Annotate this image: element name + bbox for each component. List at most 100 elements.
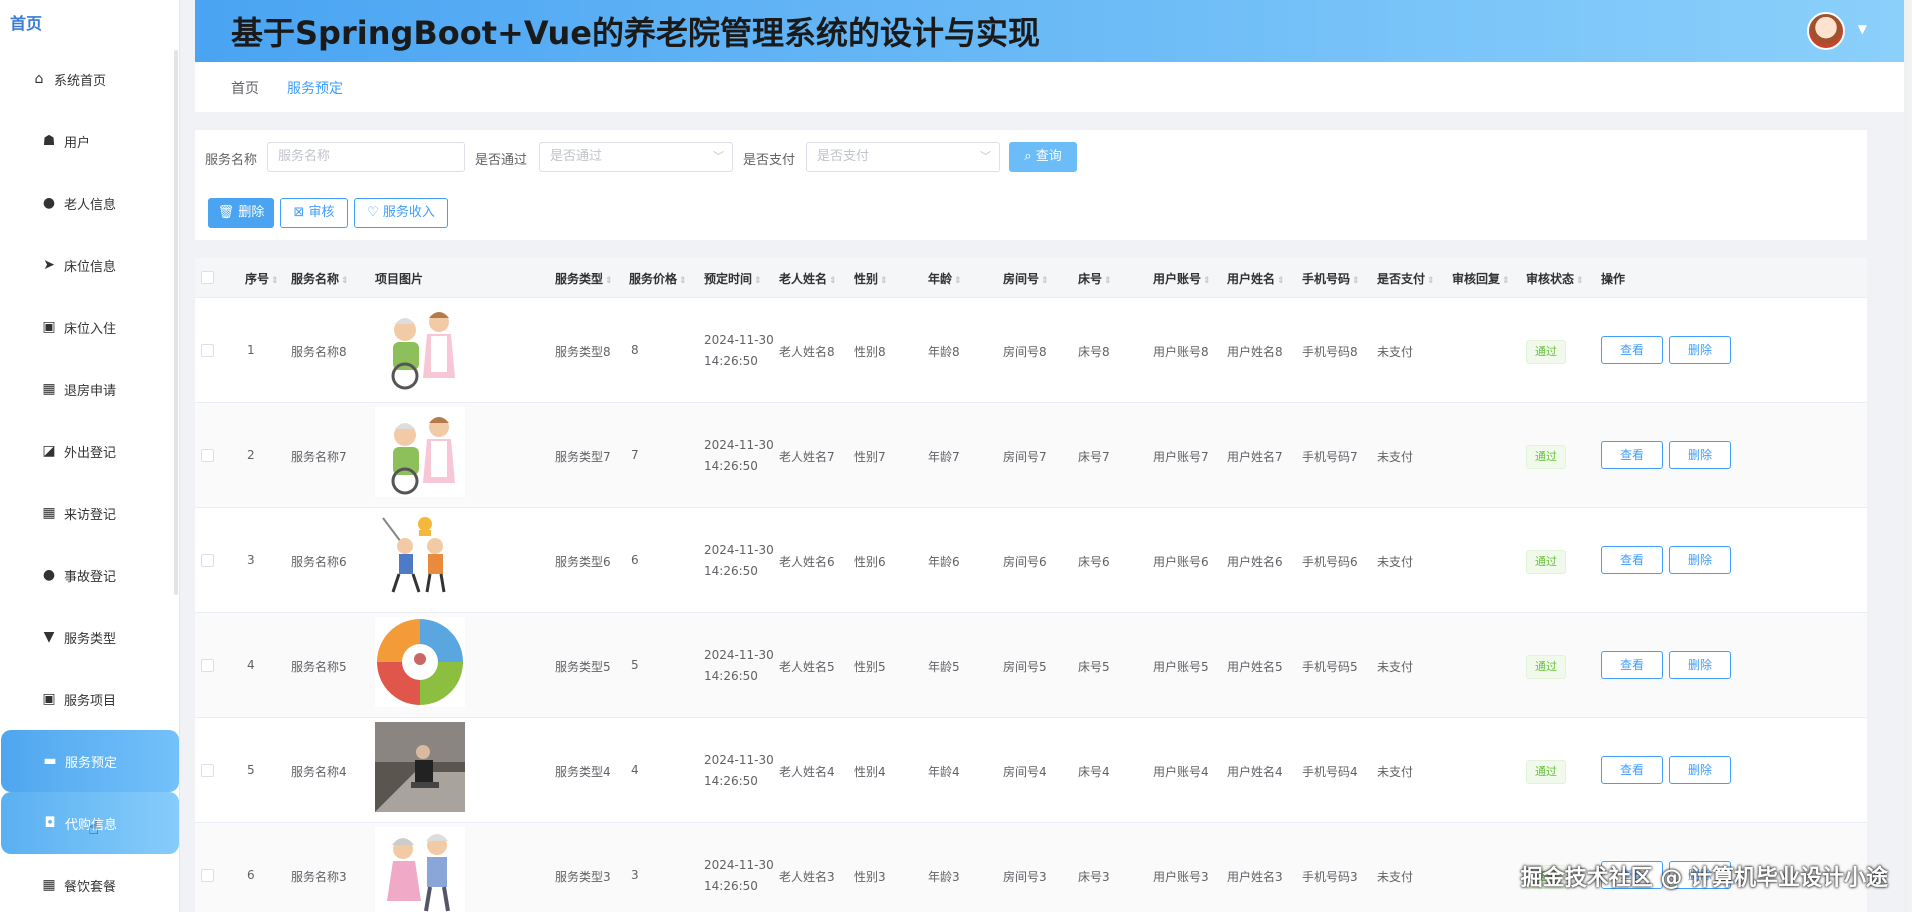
- th-service-type[interactable]: 服务类型 ⇕: [555, 270, 613, 287]
- sidebar-item-label: 服务类型: [64, 631, 117, 647]
- service-name-input[interactable]: 服务名称: [267, 142, 465, 172]
- th-no[interactable]: 序号 ⇕: [245, 270, 279, 287]
- sidebar-item-beds[interactable]: ➤ 床位信息: [0, 234, 180, 296]
- cell-time: 14:26:50: [704, 669, 758, 683]
- th-bed[interactable]: 床号 ⇕: [1078, 270, 1112, 287]
- delete-row-button[interactable]: 删除: [1669, 336, 1731, 364]
- th-username[interactable]: 用户姓名 ⇕: [1227, 270, 1285, 287]
- sort-icon: ⇕: [341, 276, 349, 286]
- sort-icon: ⇕: [1203, 276, 1211, 286]
- audit-button[interactable]: ⊠ 审核: [280, 198, 348, 228]
- row-checkbox[interactable]: [201, 659, 214, 672]
- cell-no: 3: [247, 553, 255, 567]
- delete-row-button[interactable]: 删除: [1669, 651, 1731, 679]
- cell-no: 6: [247, 868, 255, 882]
- th-gender[interactable]: 性别 ⇕: [854, 270, 888, 287]
- cell-price: 3: [631, 868, 639, 882]
- th-price[interactable]: 服务价格 ⇕: [629, 270, 687, 287]
- sidebar-scrollbar[interactable]: [174, 50, 178, 595]
- row-checkbox[interactable]: [201, 449, 214, 462]
- pass-select[interactable]: 是否通过 ﹀: [539, 142, 733, 172]
- table-row: 3 服务名称6 服务类型6 6 2024-11-30 14:26:50 老人姓名…: [195, 508, 1867, 613]
- th-label: 是否支付: [1377, 272, 1426, 286]
- view-button[interactable]: 查看: [1601, 546, 1663, 574]
- sidebar-item-service-types[interactable]: ▼ 服务类型: [0, 606, 180, 668]
- row-checkbox[interactable]: [201, 344, 214, 357]
- th-audit-reply[interactable]: 审核回复 ⇕: [1452, 270, 1510, 287]
- view-button[interactable]: 查看: [1601, 651, 1663, 679]
- cell-service-name: 服务名称3: [291, 870, 347, 884]
- cell-room: 房间号6: [1003, 555, 1047, 569]
- service-image: [375, 617, 465, 707]
- cell-time: 14:26:50: [704, 879, 758, 893]
- cell-gender: 性别4: [854, 765, 886, 779]
- delete-row-button[interactable]: 删除: [1669, 441, 1731, 469]
- th-label: 审核回复: [1452, 272, 1501, 286]
- cell-username: 用户姓名6: [1227, 555, 1283, 569]
- cell-paid: 未支付: [1377, 765, 1414, 779]
- sidebar-item-label: 来访登记: [64, 507, 117, 523]
- th-elder-name[interactable]: 老人姓名 ⇕: [779, 270, 837, 287]
- cell-no: 2: [247, 448, 255, 462]
- row-checkbox[interactable]: [201, 869, 214, 882]
- trash-icon: 🗑: [217, 205, 235, 220]
- delete-row-button[interactable]: 删除: [1669, 546, 1731, 574]
- pass-placeholder: 是否通过: [550, 149, 603, 164]
- grid-icon: ▦: [42, 505, 56, 521]
- cell-time: 14:26:50: [704, 459, 758, 473]
- sidebar-item-accidents[interactable]: ● 事故登记: [0, 544, 180, 606]
- sidebar-item-elders[interactable]: ● 老人信息: [0, 172, 180, 234]
- sidebar-item-service-items[interactable]: ▣ 服务项目: [0, 668, 180, 730]
- service-image: [375, 827, 465, 912]
- sidebar-item-visits[interactable]: ▦ 来访登记: [0, 482, 180, 544]
- cell-phone: 手机号码7: [1302, 450, 1358, 464]
- delete-row-button[interactable]: 删除: [1669, 756, 1731, 784]
- app-logo: 首页: [10, 14, 43, 33]
- view-button[interactable]: 查看: [1601, 336, 1663, 364]
- th-audit-status[interactable]: 审核状态 ⇕: [1526, 270, 1584, 287]
- th-label: 服务类型: [555, 272, 604, 286]
- cell-username: 用户姓名3: [1227, 870, 1283, 884]
- th-age[interactable]: 年龄 ⇕: [928, 270, 962, 287]
- th-paid[interactable]: 是否支付 ⇕: [1377, 270, 1435, 287]
- service-income-button[interactable]: ♡ 服务收入: [354, 198, 448, 228]
- th-room[interactable]: 房间号 ⇕: [1003, 270, 1049, 287]
- search-button[interactable]: ⌕ 查询: [1009, 142, 1077, 172]
- th-booking-time[interactable]: 预定时间 ⇕: [704, 270, 762, 287]
- cell-service-name: 服务名称7: [291, 450, 347, 464]
- sidebar-item-checkout[interactable]: ▦ 退房申请: [0, 358, 180, 420]
- sidebar-item-outing[interactable]: ◪ 外出登记: [0, 420, 180, 482]
- view-button[interactable]: 查看: [1601, 441, 1663, 469]
- cell-age: 年龄5: [928, 660, 960, 674]
- cell-phone: 手机号码5: [1302, 660, 1358, 674]
- cell-room: 房间号8: [1003, 345, 1047, 359]
- sidebar-item-users[interactable]: ☗ 用户: [0, 110, 180, 172]
- sidebar-item-service-booking[interactable]: ▬ 服务预定: [1, 730, 179, 792]
- cell-service-name: 服务名称4: [291, 765, 347, 779]
- sidebar-item-meals[interactable]: ▦ 餐饮套餐: [0, 854, 180, 912]
- sort-icon: ⇕: [1502, 276, 1510, 286]
- th-service-name[interactable]: 服务名称 ⇕: [291, 270, 349, 287]
- select-all-checkbox[interactable]: [201, 271, 214, 284]
- pay-select[interactable]: 是否支付 ﹀: [806, 142, 1000, 172]
- cell-elder-name: 老人姓名8: [779, 345, 835, 359]
- th-account[interactable]: 用户账号 ⇕: [1153, 270, 1211, 287]
- breadcrumb-home[interactable]: 首页: [231, 78, 259, 98]
- delete-button-label: 删除: [238, 205, 265, 220]
- row-checkbox[interactable]: [201, 764, 214, 777]
- avatar[interactable]: [1807, 12, 1845, 50]
- sidebar-item-home[interactable]: ⌂ 系统首页: [0, 48, 180, 110]
- sidebar-item-checkin[interactable]: ▣ 床位入住: [0, 296, 180, 358]
- view-button[interactable]: 查看: [1601, 756, 1663, 784]
- page-scrollbar[interactable]: [1904, 0, 1910, 912]
- cell-age: 年龄7: [928, 450, 960, 464]
- sidebar-item-label: 床位入住: [64, 321, 117, 337]
- th-phone[interactable]: 手机号码 ⇕: [1302, 270, 1360, 287]
- delete-button[interactable]: 🗑 删除: [208, 198, 274, 228]
- row-checkbox[interactable]: [201, 554, 214, 567]
- person-icon: ●: [42, 567, 56, 583]
- service-name-label: 服务名称: [205, 153, 258, 168]
- sidebar-item-label: 床位信息: [64, 259, 117, 275]
- chevron-down-icon[interactable]: ▼: [1858, 22, 1867, 36]
- cell-bed: 床号8: [1078, 345, 1110, 359]
